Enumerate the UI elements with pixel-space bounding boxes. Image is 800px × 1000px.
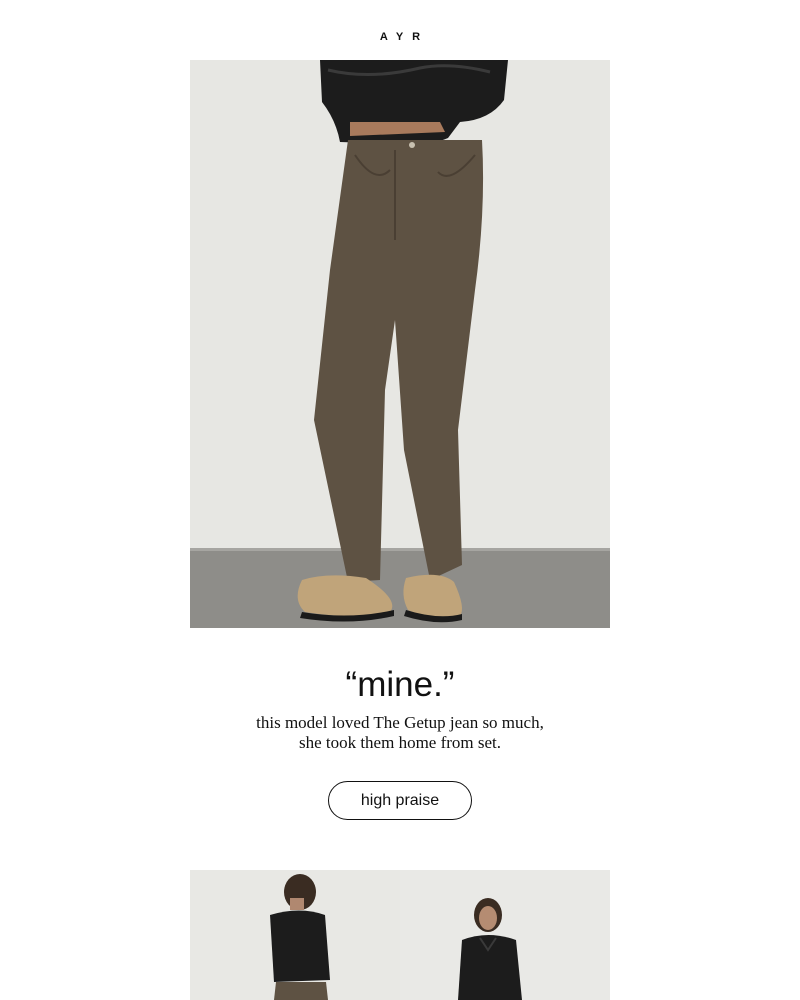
hero-photo bbox=[190, 60, 610, 628]
brand-logo[interactable]: AYR bbox=[0, 31, 800, 43]
headline: “mine.” bbox=[345, 665, 455, 704]
product-photo-right bbox=[400, 870, 610, 1000]
subline: this model loved The Getup jean so much,… bbox=[0, 713, 800, 753]
subline-line-1: this model loved The Getup jean so much, bbox=[256, 713, 544, 732]
product-photo-left bbox=[190, 870, 400, 1000]
product-image-right[interactable] bbox=[400, 870, 610, 1000]
product-image-grid bbox=[190, 870, 610, 1000]
high-praise-button[interactable]: high praise bbox=[328, 781, 472, 820]
subline-line-2: she took them home from set. bbox=[298, 733, 502, 752]
product-image-left[interactable] bbox=[190, 870, 400, 1000]
hero-image[interactable] bbox=[190, 60, 610, 628]
